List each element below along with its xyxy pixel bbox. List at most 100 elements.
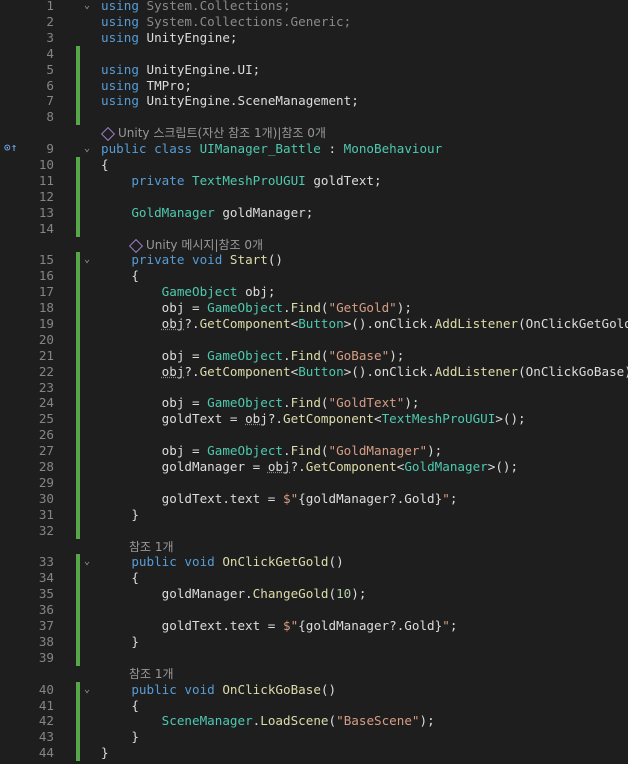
code-text[interactable]: obj = GameObject.Find("GetGold"); <box>101 300 412 316</box>
code-text[interactable]: private void Start() <box>101 252 283 268</box>
code-text[interactable]: goldManager = obj?.GetComponent<GoldMana… <box>101 459 518 475</box>
codelens-reference[interactable]: 참조 1개 <box>129 539 174 555</box>
line-number: 10 <box>38 157 54 172</box>
code-text[interactable]: SceneManager.LoadScene("BaseScene"); <box>101 713 435 729</box>
code-line[interactable]: 1 ⌄ using System.Collections; <box>0 0 628 14</box>
codelens-row[interactable]: Unity 메시지|참조 0개 <box>0 237 628 253</box>
fold-chevron-icon[interactable]: ⌄ <box>81 142 93 156</box>
fold-chevron-icon[interactable]: ⌄ <box>81 555 93 569</box>
code-line[interactable]: 12 <box>0 189 628 205</box>
code-text[interactable]: goldManager.ChangeGold(10); <box>101 586 367 602</box>
code-line[interactable]: 33 ⌄ public void OnClickGetGold() <box>0 554 628 570</box>
codelens-reference[interactable]: Unity 메시지|참조 0개 <box>128 237 263 253</box>
code-text[interactable]: using UnityEngine.UI; <box>101 62 260 78</box>
code-text[interactable]: goldText = obj?.GetComponent<TextMeshPro… <box>101 411 526 427</box>
code-text[interactable]: { <box>101 157 109 173</box>
code-line[interactable]: 13 GoldManager goldManager; <box>0 205 628 221</box>
code-text[interactable]: } <box>101 507 139 523</box>
code-text[interactable]: using TMPro; <box>101 78 192 94</box>
code-line[interactable]: 6 using TMPro; <box>0 78 628 94</box>
code-text[interactable]: using UnityEngine; <box>101 30 238 46</box>
codelens-row[interactable]: 참조 1개 <box>0 666 628 682</box>
fold-chevron-icon[interactable]: ⌄ <box>81 0 93 13</box>
codelens-reference[interactable]: 참조 1개 <box>129 666 174 682</box>
code-text[interactable]: GoldManager goldManager; <box>101 205 313 221</box>
code-line[interactable]: 42 SceneManager.LoadScene("BaseScene"); <box>0 713 628 729</box>
code-line[interactable]: 24 obj = GameObject.Find("GoldText"); <box>0 395 628 411</box>
codelens-row[interactable]: 참조 1개 <box>0 539 628 555</box>
code-text[interactable]: using System.Collections; <box>101 0 291 14</box>
line-number: 22 <box>38 364 54 379</box>
override-indicator-icon[interactable]: ⊙↑ <box>4 141 22 155</box>
code-token: goldText = <box>101 411 246 426</box>
code-text[interactable]: obj = GameObject.Find("GoldText"); <box>101 395 420 411</box>
code-line[interactable]: 17 GameObject obj; <box>0 284 628 300</box>
code-text[interactable]: obj = GameObject.Find("GoBase"); <box>101 348 405 364</box>
code-line[interactable]: 38 } <box>0 634 628 650</box>
code-line[interactable]: 35 goldManager.ChangeGold(10); <box>0 586 628 602</box>
codelens-reference[interactable]: Unity 스크립트(자산 참조 1개)|참조 0개 <box>100 125 326 141</box>
code-line[interactable]: 25 goldText = obj?.GetComponent<TextMesh… <box>0 411 628 427</box>
code-line[interactable]: 27 obj = GameObject.Find("GoldManager"); <box>0 443 628 459</box>
code-line[interactable]: 9 ⊙↑ ⌄ public class UIManager_Battle : Mono… <box>0 141 628 157</box>
code-text[interactable]: obj?.GetComponent<Button>().onClick.AddL… <box>101 364 628 380</box>
code-line[interactable]: 26 <box>0 427 628 443</box>
code-line[interactable]: 10 { <box>0 157 628 173</box>
code-line[interactable]: 36 <box>0 602 628 618</box>
line-number: 36 <box>38 602 54 617</box>
code-text[interactable]: GameObject obj; <box>101 284 276 300</box>
code-line[interactable]: 7 using UnityEngine.SceneManagement; <box>0 93 628 109</box>
code-line[interactable]: 44} <box>0 745 628 761</box>
code-text[interactable]: { <box>101 698 139 714</box>
code-line[interactable]: 8 <box>0 109 628 125</box>
code-text[interactable]: goldText.text = $"{goldManager?.Gold}"; <box>101 618 458 634</box>
code-line[interactable]: 22 obj?.GetComponent<Button>().onClick.A… <box>0 364 628 380</box>
codelens-row[interactable]: Unity 스크립트(자산 참조 1개)|참조 0개 <box>0 125 628 141</box>
code-line[interactable]: 23 <box>0 380 628 396</box>
code-line[interactable]: 34 { <box>0 570 628 586</box>
code-line[interactable]: 43 } <box>0 729 628 745</box>
code-line[interactable]: 19 obj?.GetComponent<Button>().onClick.A… <box>0 316 628 332</box>
code-editor[interactable]: 1 ⌄ using System.Collections; 2 using System… <box>0 0 628 764</box>
change-marker <box>76 78 80 94</box>
code-line[interactable]: 16 { <box>0 268 628 284</box>
code-text[interactable]: obj?.GetComponent<Button>().onClick.AddL… <box>101 316 628 332</box>
code-token: >().onClick. <box>343 364 435 379</box>
fold-chevron-icon[interactable]: ⌄ <box>81 253 93 267</box>
code-text[interactable]: } <box>101 745 109 761</box>
code-line[interactable]: 20 <box>0 332 628 348</box>
code-line[interactable]: 14 <box>0 221 628 237</box>
code-line[interactable]: 39 <box>0 650 628 666</box>
fold-chevron-icon[interactable]: ⌄ <box>81 683 93 697</box>
code-line[interactable]: 32 <box>0 523 628 539</box>
code-line[interactable]: 30 goldText.text = $"{goldManager?.Gold}… <box>0 491 628 507</box>
code-line[interactable]: 31 } <box>0 507 628 523</box>
code-text[interactable]: using System.Collections.Generic; <box>101 14 351 30</box>
code-text[interactable]: } <box>101 634 139 650</box>
code-token: ?. <box>184 316 200 331</box>
code-text[interactable]: { <box>101 570 139 586</box>
code-text[interactable]: { <box>101 268 139 284</box>
code-token: GoldManager <box>404 459 488 474</box>
code-line[interactable]: 18 obj = GameObject.Find("GetGold"); <box>0 300 628 316</box>
code-text[interactable]: public class UIManager_Battle : MonoBeha… <box>101 141 442 157</box>
code-line[interactable]: 5 using UnityEngine.UI; <box>0 62 628 78</box>
code-text[interactable]: goldText.text = $"{goldManager?.Gold}"; <box>101 491 458 507</box>
code-line[interactable]: 4 <box>0 46 628 62</box>
code-line[interactable]: 37 goldText.text = $"{goldManager?.Gold}… <box>0 618 628 634</box>
code-text[interactable]: using UnityEngine.SceneManagement; <box>101 93 359 109</box>
code-line[interactable]: 3 using UnityEngine; <box>0 30 628 46</box>
code-text[interactable]: private TextMeshProUGUI goldText; <box>101 173 381 189</box>
code-text[interactable]: obj = GameObject.Find("GoldManager"); <box>101 443 443 459</box>
code-text[interactable]: } <box>101 729 139 745</box>
code-line[interactable]: 15 ⌄ private void Start() <box>0 252 628 268</box>
code-line[interactable]: 40 ⌄ public void OnClickGoBase() <box>0 682 628 698</box>
code-line[interactable]: 28 goldManager = obj?.GetComponent<GoldM… <box>0 459 628 475</box>
code-line[interactable]: 41 { <box>0 698 628 714</box>
code-line[interactable]: 21 obj = GameObject.Find("GoBase"); <box>0 348 628 364</box>
code-line[interactable]: 11 private TextMeshProUGUI goldText; <box>0 173 628 189</box>
code-text[interactable]: public void OnClickGetGold() <box>101 554 343 570</box>
code-line[interactable]: 29 <box>0 475 628 491</box>
code-line[interactable]: 2 using System.Collections.Generic; <box>0 14 628 30</box>
code-text[interactable]: public void OnClickGoBase() <box>101 682 336 698</box>
